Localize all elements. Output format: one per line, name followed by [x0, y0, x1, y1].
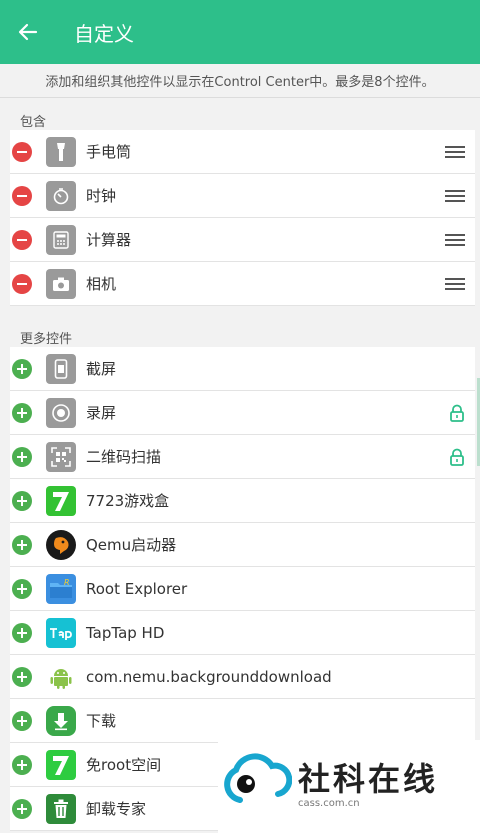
- download-icon: [46, 705, 76, 736]
- item-label: 截屏: [86, 360, 117, 378]
- item-label: 录屏: [86, 404, 117, 422]
- screenshot-icon: [46, 353, 76, 384]
- add-button[interactable]: [12, 534, 32, 555]
- watermark-text: 社科在线: [298, 760, 439, 798]
- item-label: 计算器: [86, 231, 132, 249]
- add-button[interactable]: [12, 446, 32, 467]
- included-list: 手电筒 时钟 计算器 相机: [10, 130, 475, 306]
- remove-button[interactable]: [12, 229, 32, 250]
- add-button[interactable]: [12, 798, 32, 819]
- drag-handle-icon[interactable]: [445, 146, 465, 159]
- list-item: TapTap HD: [10, 611, 475, 655]
- remove-button[interactable]: [12, 185, 32, 206]
- cloud-logo-icon: [224, 753, 292, 803]
- camera-icon: [46, 268, 76, 299]
- calculator-icon: [46, 224, 76, 255]
- flashlight-icon: [46, 136, 76, 167]
- add-button[interactable]: [12, 666, 32, 687]
- item-label: 手电筒: [86, 143, 132, 161]
- qr-scan-icon: [46, 441, 76, 472]
- remove-button[interactable]: [12, 141, 32, 162]
- list-item: 录屏: [10, 391, 475, 435]
- list-item: 手电筒: [10, 130, 475, 174]
- drag-handle-icon[interactable]: [445, 278, 465, 291]
- drag-handle-icon[interactable]: [445, 234, 465, 247]
- add-button[interactable]: [12, 622, 32, 643]
- drag-handle-icon[interactable]: [445, 190, 465, 203]
- item-label: 7723游戏盒: [86, 492, 170, 510]
- item-label: Root Explorer: [86, 579, 188, 598]
- add-button[interactable]: [12, 490, 32, 511]
- list-item: Qemu启动器: [10, 523, 475, 567]
- section-label-included: 包含: [20, 115, 47, 130]
- arrow-back-icon: [18, 23, 38, 41]
- item-label: TapTap HD: [86, 623, 165, 642]
- list-item: 二维码扫描: [10, 435, 475, 479]
- list-item: com.nemu.backgrounddownload: [10, 655, 475, 699]
- add-button[interactable]: [12, 754, 32, 775]
- description-text: 添加和组织其他控件以显示在Control Center中。最多是8个控件。: [0, 64, 480, 98]
- item-label: 下载: [86, 712, 117, 730]
- item-label: 相机: [86, 275, 117, 293]
- item-label: 免root空间: [86, 756, 162, 774]
- item-label: Qemu启动器: [86, 536, 177, 554]
- remove-button[interactable]: [12, 273, 32, 294]
- add-button[interactable]: [12, 578, 32, 599]
- lock-icon: [450, 448, 464, 466]
- qemu-icon: [46, 529, 76, 560]
- noroot-space-icon: [46, 749, 76, 780]
- watermark: 社科在线 cass.com.cn: [218, 740, 480, 833]
- uninstall-icon: [46, 793, 76, 824]
- lock-icon: [450, 404, 464, 422]
- item-label: 时钟: [86, 187, 117, 205]
- item-label: com.nemu.backgrounddownload: [86, 667, 332, 686]
- add-button[interactable]: [12, 358, 32, 379]
- list-item: 截屏: [10, 347, 475, 391]
- item-label: 卸载专家: [86, 800, 147, 818]
- android-icon: [46, 662, 76, 692]
- back-button[interactable]: [0, 0, 56, 64]
- item-label: 二维码扫描: [86, 448, 162, 466]
- timer-icon: [46, 180, 76, 211]
- watermark-subtext: cass.com.cn: [298, 798, 360, 809]
- list-item: 计算器: [10, 218, 475, 262]
- list-item: 相机: [10, 262, 475, 306]
- app-7723-icon: [46, 485, 76, 516]
- app-bar: 自定义: [0, 0, 480, 64]
- list-item: 时钟: [10, 174, 475, 218]
- list-item: 下载: [10, 699, 475, 743]
- add-button[interactable]: [12, 710, 32, 731]
- page-title: 自定义: [74, 21, 134, 46]
- list-item: R Root Explorer: [10, 567, 475, 611]
- list-item: 7723游戏盒: [10, 479, 475, 523]
- taptap-icon: [46, 617, 76, 648]
- screen-record-icon: [46, 397, 76, 428]
- section-label-more: 更多控件: [20, 332, 73, 347]
- root-explorer-icon: R: [46, 573, 76, 604]
- add-button[interactable]: [12, 402, 32, 423]
- svg-text:R: R: [64, 578, 70, 587]
